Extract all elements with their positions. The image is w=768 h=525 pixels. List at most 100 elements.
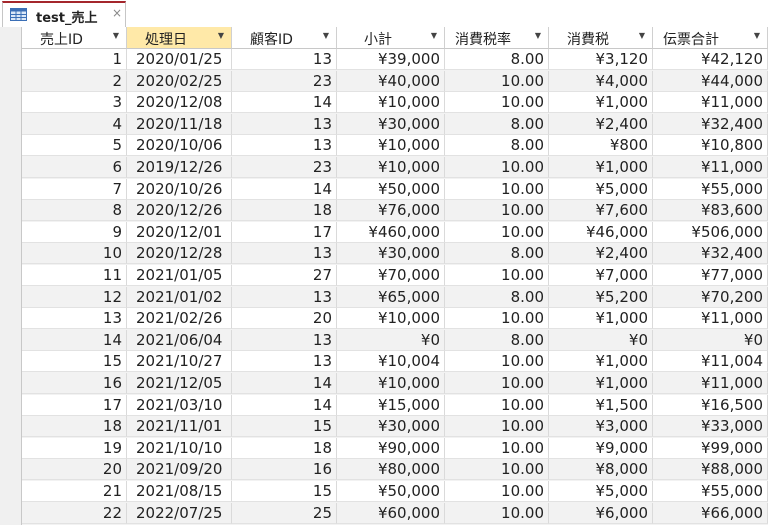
table-row[interactable]: 18 2021/11/01 15 ¥30,000 10.00 ¥3,000 ¥33,000 bbox=[22, 416, 768, 438]
cell-sales-id[interactable]: 7 bbox=[22, 178, 127, 200]
cell-tax-rate[interactable]: 10.00 bbox=[445, 373, 549, 394]
cell-sales-id[interactable]: 17 bbox=[22, 394, 127, 416]
cell-sales-id[interactable]: 11 bbox=[22, 265, 127, 286]
cell-process-date[interactable]: 2020/12/01 bbox=[127, 221, 232, 243]
cell-tax-rate[interactable]: 10.00 bbox=[445, 459, 549, 481]
cell-tax-rate[interactable]: 8.00 bbox=[445, 135, 549, 157]
cell-total[interactable]: ¥32,400 bbox=[653, 243, 768, 265]
cell-tax-rate[interactable]: 10.00 bbox=[445, 221, 549, 243]
table-row[interactable]: 10 2020/12/28 13 ¥30,000 8.00 ¥2,400 ¥32,400 bbox=[22, 243, 768, 265]
cell-subtotal[interactable]: ¥70,000 bbox=[337, 265, 445, 286]
cell-subtotal[interactable]: ¥30,000 bbox=[337, 243, 445, 265]
cell-tax-rate[interactable]: 10.00 bbox=[445, 351, 549, 373]
cell-tax[interactable]: ¥7,000 bbox=[549, 265, 653, 286]
cell-tax[interactable]: ¥1,000 bbox=[549, 92, 653, 114]
cell-tax[interactable]: ¥1,000 bbox=[549, 351, 653, 373]
cell-customer-id[interactable]: 13 bbox=[232, 351, 337, 373]
cell-tax[interactable]: ¥1,000 bbox=[549, 373, 653, 394]
cell-tax[interactable]: ¥0 bbox=[549, 329, 653, 351]
cell-tax[interactable]: ¥8,000 bbox=[549, 459, 653, 481]
cell-sales-id[interactable]: 2 bbox=[22, 70, 127, 92]
table-row[interactable]: 7 2020/10/26 14 ¥50,000 10.00 ¥5,000 ¥55,000 bbox=[22, 178, 768, 200]
cell-sales-id[interactable]: 14 bbox=[22, 329, 127, 351]
cell-total[interactable]: ¥32,400 bbox=[653, 113, 768, 135]
record-selector-column[interactable] bbox=[0, 27, 22, 525]
column-header-customer-id[interactable]: 顧客ID ▼ bbox=[232, 27, 337, 49]
cell-subtotal[interactable]: ¥10,000 bbox=[337, 92, 445, 114]
cell-sales-id[interactable]: 21 bbox=[22, 481, 127, 502]
cell-subtotal[interactable]: ¥60,000 bbox=[337, 502, 445, 524]
cell-process-date[interactable]: 2020/10/26 bbox=[127, 178, 232, 200]
cell-tax-rate[interactable]: 10.00 bbox=[445, 416, 549, 438]
cell-tax-rate[interactable]: 10.00 bbox=[445, 308, 549, 330]
cell-customer-id[interactable]: 13 bbox=[232, 243, 337, 265]
cell-subtotal[interactable]: ¥10,000 bbox=[337, 308, 445, 330]
cell-customer-id[interactable]: 18 bbox=[232, 200, 337, 222]
cell-customer-id[interactable]: 18 bbox=[232, 437, 337, 459]
cell-tax[interactable]: ¥5,000 bbox=[549, 178, 653, 200]
table-row[interactable]: 11 2021/01/05 27 ¥70,000 10.00 ¥7,000 ¥77,000 bbox=[22, 265, 768, 286]
cell-sales-id[interactable]: 12 bbox=[22, 286, 127, 308]
cell-total[interactable]: ¥506,000 bbox=[653, 221, 768, 243]
cell-customer-id[interactable]: 15 bbox=[232, 416, 337, 438]
cell-process-date[interactable]: 2021/02/26 bbox=[127, 308, 232, 330]
table-row[interactable]: 9 2020/12/01 17 ¥460,000 10.00 ¥46,000 ¥506,00… bbox=[22, 221, 768, 243]
cell-total[interactable]: ¥33,000 bbox=[653, 416, 768, 438]
column-header-sales-id[interactable]: 売上ID ▼ bbox=[22, 27, 127, 49]
dropdown-arrow-icon[interactable]: ▼ bbox=[431, 31, 437, 40]
dropdown-arrow-icon[interactable]: ▼ bbox=[323, 31, 329, 40]
table-row[interactable]: 4 2020/11/18 13 ¥30,000 8.00 ¥2,400 ¥32,400 bbox=[22, 113, 768, 135]
cell-customer-id[interactable]: 14 bbox=[232, 178, 337, 200]
cell-process-date[interactable]: 2021/01/02 bbox=[127, 286, 232, 308]
table-row[interactable]: 1 2020/01/25 13 ¥39,000 8.00 ¥3,120 ¥42,120 bbox=[22, 49, 768, 70]
cell-total[interactable]: ¥70,200 bbox=[653, 286, 768, 308]
cell-sales-id[interactable]: 9 bbox=[22, 221, 127, 243]
table-row[interactable]: 6 2019/12/26 23 ¥10,000 10.00 ¥1,000 ¥11,000 bbox=[22, 157, 768, 178]
cell-tax[interactable]: ¥3,000 bbox=[549, 416, 653, 438]
cell-customer-id[interactable]: 14 bbox=[232, 373, 337, 394]
cell-subtotal[interactable]: ¥10,000 bbox=[337, 157, 445, 178]
dropdown-arrow-icon[interactable]: ▼ bbox=[639, 31, 645, 40]
cell-subtotal[interactable]: ¥10,000 bbox=[337, 135, 445, 157]
cell-process-date[interactable]: 2020/01/25 bbox=[127, 49, 232, 70]
cell-subtotal[interactable]: ¥90,000 bbox=[337, 437, 445, 459]
table-row[interactable]: 21 2021/08/15 15 ¥50,000 10.00 ¥5,000 ¥55,000 bbox=[22, 481, 768, 502]
cell-tax[interactable]: ¥800 bbox=[549, 135, 653, 157]
cell-total[interactable]: ¥11,000 bbox=[653, 157, 768, 178]
close-icon[interactable]: × bbox=[112, 6, 122, 20]
cell-sales-id[interactable]: 20 bbox=[22, 459, 127, 481]
cell-sales-id[interactable]: 5 bbox=[22, 135, 127, 157]
cell-subtotal[interactable]: ¥65,000 bbox=[337, 286, 445, 308]
cell-process-date[interactable]: 2020/11/18 bbox=[127, 113, 232, 135]
cell-subtotal[interactable]: ¥39,000 bbox=[337, 49, 445, 70]
cell-subtotal[interactable]: ¥15,000 bbox=[337, 394, 445, 416]
cell-tax-rate[interactable]: 10.00 bbox=[445, 157, 549, 178]
cell-sales-id[interactable]: 8 bbox=[22, 200, 127, 222]
cell-sales-id[interactable]: 6 bbox=[22, 157, 127, 178]
cell-process-date[interactable]: 2021/10/27 bbox=[127, 351, 232, 373]
table-row[interactable]: 12 2021/01/02 13 ¥65,000 8.00 ¥5,200 ¥70,200 bbox=[22, 286, 768, 308]
cell-sales-id[interactable]: 22 bbox=[22, 502, 127, 524]
cell-customer-id[interactable]: 23 bbox=[232, 70, 337, 92]
dropdown-arrow-icon[interactable]: ▼ bbox=[754, 31, 760, 40]
column-header-process-date[interactable]: 処理日 ▼ bbox=[127, 27, 232, 49]
cell-process-date[interactable]: 2020/12/28 bbox=[127, 243, 232, 265]
cell-customer-id[interactable]: 25 bbox=[232, 502, 337, 524]
cell-subtotal[interactable]: ¥40,000 bbox=[337, 70, 445, 92]
cell-process-date[interactable]: 2021/08/15 bbox=[127, 481, 232, 502]
cell-subtotal[interactable]: ¥30,000 bbox=[337, 416, 445, 438]
cell-sales-id[interactable]: 3 bbox=[22, 92, 127, 114]
table-row[interactable]: 15 2021/10/27 13 ¥10,004 10.00 ¥1,000 ¥11,004 bbox=[22, 351, 768, 373]
cell-tax-rate[interactable]: 10.00 bbox=[445, 70, 549, 92]
table-row[interactable]: 5 2020/10/06 13 ¥10,000 8.00 ¥800 ¥10,800 bbox=[22, 135, 768, 157]
cell-tax-rate[interactable]: 8.00 bbox=[445, 243, 549, 265]
table-row[interactable]: 3 2020/12/08 14 ¥10,000 10.00 ¥1,000 ¥11,000 bbox=[22, 92, 768, 114]
cell-customer-id[interactable]: 14 bbox=[232, 394, 337, 416]
cell-sales-id[interactable]: 15 bbox=[22, 351, 127, 373]
cell-total[interactable]: ¥11,000 bbox=[653, 373, 768, 394]
cell-customer-id[interactable]: 13 bbox=[232, 113, 337, 135]
dropdown-arrow-icon[interactable]: ▼ bbox=[113, 31, 119, 40]
cell-sales-id[interactable]: 16 bbox=[22, 373, 127, 394]
cell-tax-rate[interactable]: 10.00 bbox=[445, 394, 549, 416]
cell-process-date[interactable]: 2021/03/10 bbox=[127, 394, 232, 416]
